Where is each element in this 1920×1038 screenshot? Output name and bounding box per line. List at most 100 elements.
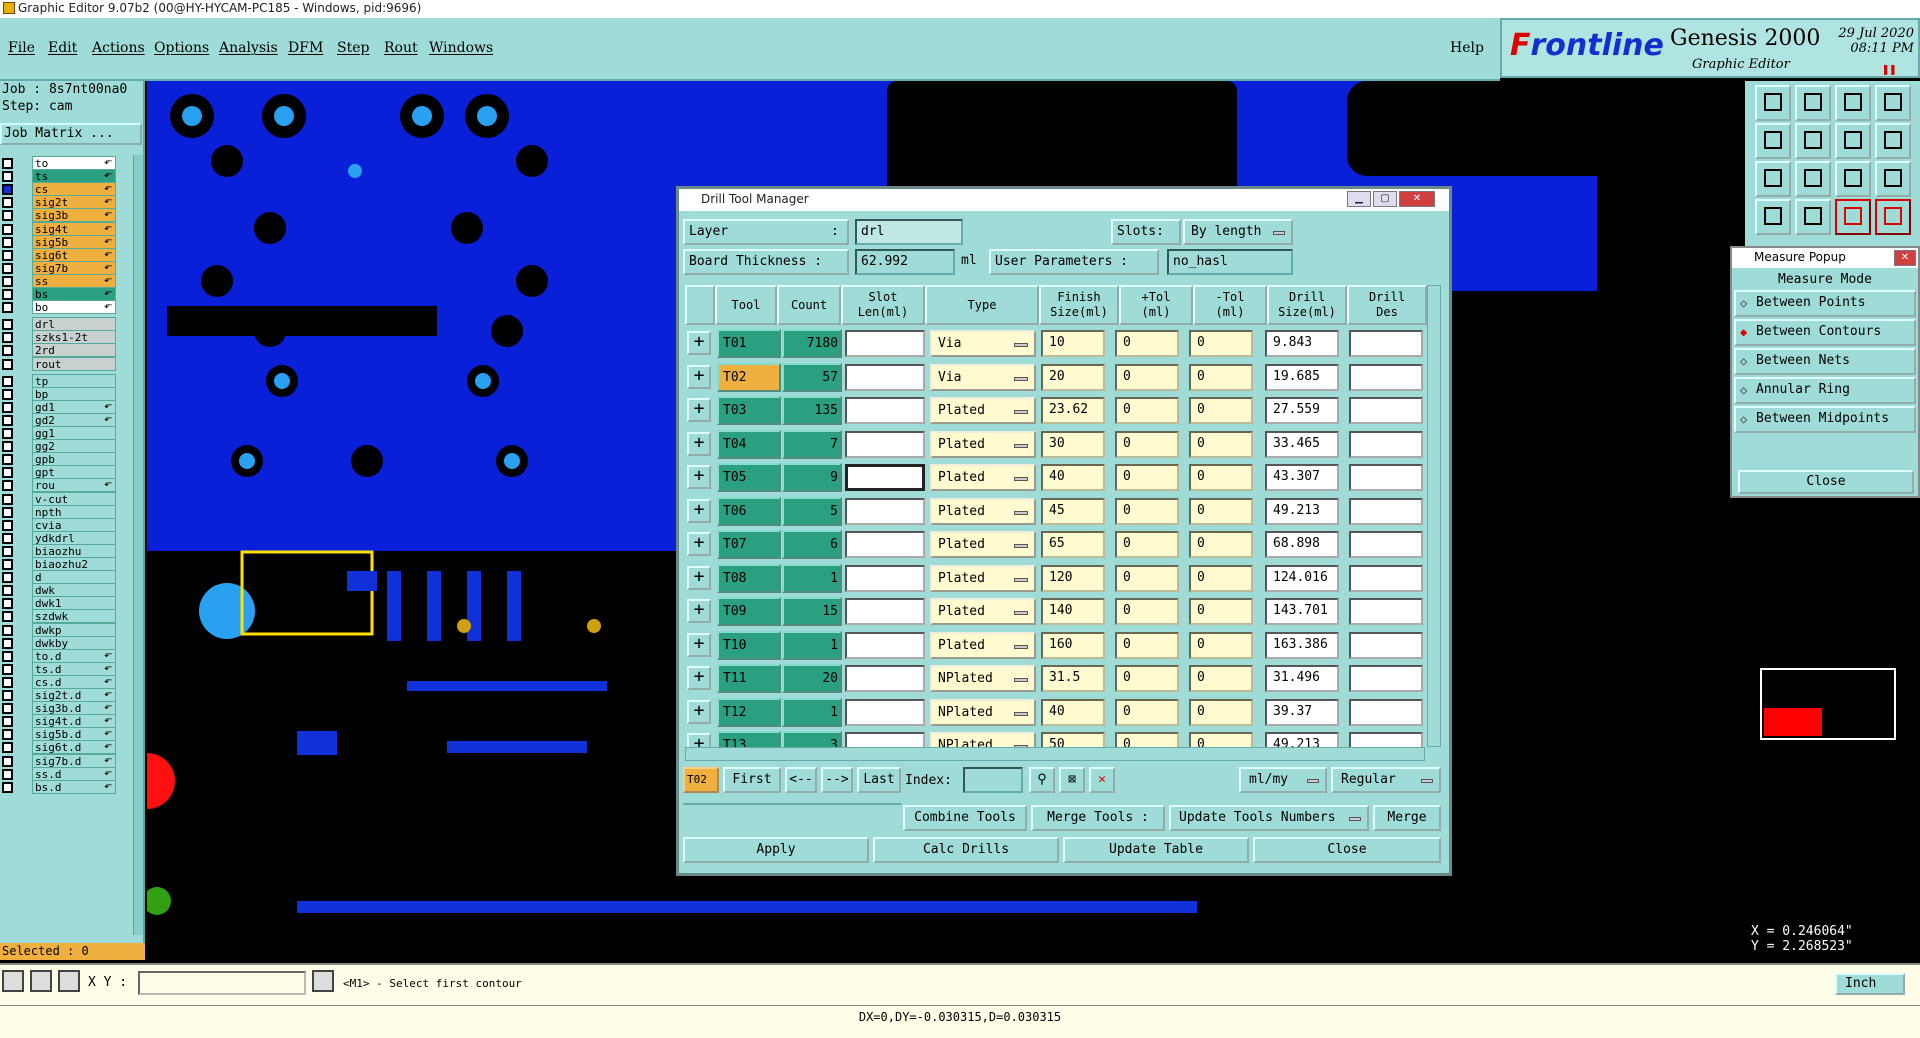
minimize-icon[interactable]: ▁ bbox=[1347, 191, 1371, 207]
plus-tol-input[interactable]: 0 bbox=[1115, 732, 1179, 747]
finish-size-input[interactable]: 65 bbox=[1041, 531, 1105, 558]
slot-len-input[interactable] bbox=[845, 464, 925, 491]
drill-size-input[interactable]: 19.685 bbox=[1265, 363, 1339, 391]
expand-row-icon[interactable]: + bbox=[687, 364, 711, 389]
drill-size-input[interactable]: 31.496 bbox=[1265, 665, 1339, 692]
drill-size-input[interactable]: 9.843 bbox=[1265, 330, 1339, 357]
layer-value[interactable]: drl bbox=[855, 219, 963, 245]
tool-button-7[interactable] bbox=[1835, 123, 1871, 159]
layer-name[interactable]: rout bbox=[32, 356, 116, 371]
drill-des-input[interactable] bbox=[1349, 430, 1423, 458]
type-dropdown[interactable]: Plated bbox=[930, 464, 1036, 491]
table-row[interactable]: + T09 15 Plated 140 0 0 143.701 bbox=[685, 595, 1425, 628]
menu-rout[interactable]: Rout bbox=[384, 40, 418, 56]
measure-option-between-points[interactable]: ◇ Between Points bbox=[1734, 290, 1916, 317]
type-dropdown[interactable]: Plated bbox=[930, 430, 1036, 458]
type-dropdown[interactable]: Plated bbox=[930, 497, 1036, 525]
menu-dfm[interactable]: DFM bbox=[288, 40, 323, 56]
measure-option-between-midpoints[interactable]: ◇ Between Midpoints bbox=[1734, 406, 1916, 433]
tool-name[interactable]: T11 bbox=[717, 664, 781, 693]
plus-tol-input[interactable]: 0 bbox=[1115, 531, 1179, 558]
type-dropdown[interactable]: Plated bbox=[930, 531, 1036, 558]
tool-name[interactable]: T06 bbox=[717, 496, 781, 526]
apply-button[interactable]: Apply bbox=[683, 837, 869, 863]
tool-name[interactable]: T04 bbox=[717, 429, 781, 459]
plus-tol-input[interactable]: 0 bbox=[1115, 665, 1179, 692]
drill-size-input[interactable]: 33.465 bbox=[1265, 430, 1339, 458]
slots-dropdown[interactable]: By length bbox=[1183, 219, 1293, 245]
mode-dropdown[interactable]: Regular bbox=[1331, 767, 1441, 793]
type-dropdown[interactable]: NPlated bbox=[930, 698, 1036, 726]
tool-name[interactable]: T01 bbox=[717, 329, 781, 358]
drill-size-input[interactable]: 49.213 bbox=[1265, 732, 1339, 747]
pause-icon[interactable]: ❚❚ bbox=[1882, 62, 1896, 76]
type-dropdown[interactable]: Via bbox=[930, 330, 1036, 357]
table-row[interactable]: + T12 1 NPlated 40 0 0 39.37 bbox=[685, 696, 1425, 729]
drill-des-input[interactable] bbox=[1349, 732, 1423, 747]
type-dropdown[interactable]: Plated bbox=[930, 598, 1036, 625]
drill-des-input[interactable] bbox=[1349, 397, 1423, 424]
combine-tools-button[interactable]: Combine Tools bbox=[903, 805, 1027, 831]
measure-tool-icon[interactable] bbox=[30, 970, 52, 992]
drill-des-input[interactable] bbox=[1349, 531, 1423, 558]
drill-size-input[interactable]: 163.386 bbox=[1265, 631, 1339, 659]
minus-tol-input[interactable]: 0 bbox=[1189, 397, 1253, 424]
layer-checkbox[interactable] bbox=[2, 358, 13, 370]
expand-row-icon[interactable]: + bbox=[687, 431, 711, 456]
table-row[interactable]: + T01 7180 Via 10 0 0 9.843 bbox=[685, 327, 1425, 360]
table-row[interactable]: + T04 7 Plated 30 0 0 33.465 bbox=[685, 428, 1425, 461]
expand-row-icon[interactable]: + bbox=[687, 331, 711, 355]
drill-des-input[interactable] bbox=[1349, 497, 1423, 525]
tool-name[interactable]: T08 bbox=[717, 563, 781, 593]
minus-tol-input[interactable]: 0 bbox=[1189, 430, 1253, 458]
menu-actions[interactable]: Actions bbox=[92, 40, 145, 56]
update-tools-numbers-dropdown[interactable]: Update Tools Numbers bbox=[1169, 805, 1369, 831]
tool-name[interactable]: T12 bbox=[717, 697, 781, 727]
maximize-icon[interactable]: ▢ bbox=[1373, 191, 1397, 207]
table-vertical-scrollbar[interactable] bbox=[1427, 285, 1441, 747]
drill-des-input[interactable] bbox=[1349, 363, 1423, 391]
grid-icon[interactable] bbox=[58, 970, 80, 992]
table-row[interactable]: + T03 135 Plated 23.62 0 0 27.559 bbox=[685, 394, 1425, 427]
drill-size-input[interactable]: 68.898 bbox=[1265, 531, 1339, 558]
plus-tol-input[interactable]: 0 bbox=[1115, 464, 1179, 491]
slot-len-input[interactable] bbox=[845, 598, 925, 625]
layer-checkbox[interactable] bbox=[2, 781, 13, 793]
drill-des-input[interactable] bbox=[1349, 330, 1423, 357]
plus-tol-input[interactable]: 0 bbox=[1115, 564, 1179, 592]
tool-name[interactable]: T09 bbox=[717, 597, 781, 626]
tool-button-13[interactable] bbox=[1755, 199, 1791, 235]
drill-size-input[interactable]: 27.559 bbox=[1265, 397, 1339, 424]
menu-analysis[interactable]: Analysis bbox=[219, 40, 278, 56]
expand-row-icon[interactable]: + bbox=[687, 532, 711, 556]
expand-row-icon[interactable]: + bbox=[687, 498, 711, 523]
tool-button-8[interactable] bbox=[1875, 123, 1911, 159]
slot-len-input[interactable] bbox=[845, 397, 925, 424]
merge-button[interactable]: Merge bbox=[1373, 805, 1441, 831]
plus-tol-input[interactable]: 0 bbox=[1115, 598, 1179, 625]
units-dropdown[interactable]: ml/my bbox=[1239, 767, 1327, 793]
measure-option-between-nets[interactable]: ◇ Between Nets bbox=[1734, 348, 1916, 375]
search-icon[interactable]: ⚲ bbox=[1029, 767, 1055, 793]
drill-des-input[interactable] bbox=[1349, 698, 1423, 726]
finish-size-input[interactable]: 40 bbox=[1041, 464, 1105, 491]
info-icon[interactable] bbox=[312, 970, 334, 992]
calc-drills-button[interactable]: Calc Drills bbox=[873, 837, 1059, 863]
layer-row-bo[interactable]: bo ⬐ bbox=[0, 299, 132, 315]
tool-button-14[interactable] bbox=[1795, 199, 1831, 235]
minus-tol-input[interactable]: 0 bbox=[1189, 732, 1253, 747]
table-row[interactable]: + T06 5 Plated 45 0 0 49.213 bbox=[685, 495, 1425, 528]
tool-name[interactable]: T13 bbox=[717, 731, 781, 747]
minus-tol-input[interactable]: 0 bbox=[1189, 330, 1253, 357]
minus-tol-input[interactable]: 0 bbox=[1189, 564, 1253, 592]
minus-tol-input[interactable]: 0 bbox=[1189, 464, 1253, 491]
filter-icon[interactable]: ⊠ bbox=[1059, 767, 1085, 793]
table-row[interactable]: + T13 3 NPlated 50 0 0 49.213 bbox=[685, 729, 1425, 747]
plus-tol-input[interactable]: 0 bbox=[1115, 497, 1179, 525]
slot-len-input[interactable] bbox=[845, 531, 925, 558]
tool-button-16[interactable] bbox=[1875, 199, 1911, 235]
finish-size-input[interactable]: 30 bbox=[1041, 430, 1105, 458]
drill-des-input[interactable] bbox=[1349, 631, 1423, 659]
measure-option-annular-ring[interactable]: ◇ Annular Ring bbox=[1734, 377, 1916, 404]
expand-row-icon[interactable]: + bbox=[687, 465, 711, 489]
